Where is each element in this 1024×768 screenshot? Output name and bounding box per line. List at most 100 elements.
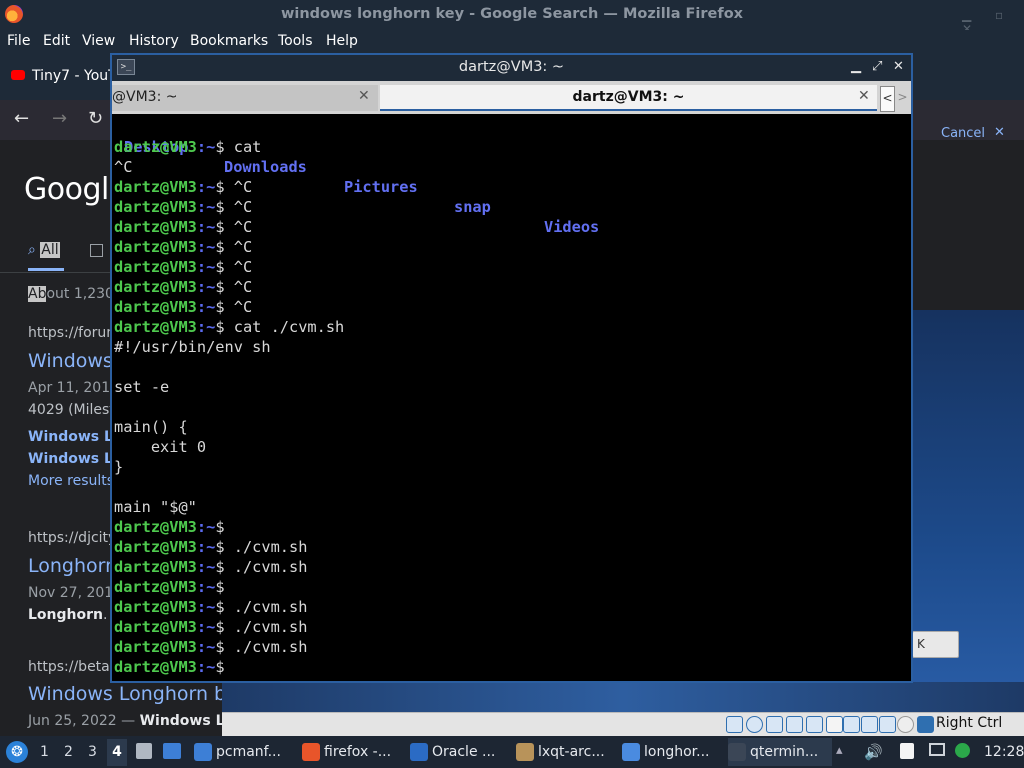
prompt-path: :~	[196, 558, 216, 576]
prompt-path: :~	[196, 298, 216, 316]
search-tab-all[interactable]: ⌕ All	[28, 242, 60, 258]
workspace-2[interactable]: 2	[64, 744, 73, 760]
prompt-line: dartz@VM3:~$ ./cvm.sh	[114, 597, 307, 617]
firefox-titlebar: windows longhorn key - Google Search — M…	[0, 0, 1024, 36]
menu-file[interactable]: File	[7, 33, 30, 49]
clock[interactable]: 12:28	[984, 744, 1024, 760]
output-text: #!/usr/bin/env sh	[114, 338, 271, 356]
result-title-link[interactable]: Windows Longhorn bu	[28, 683, 238, 705]
prompt-path: :~	[196, 658, 216, 676]
command-text: ./cvm.sh	[233, 558, 308, 576]
archive-icon	[516, 743, 534, 761]
cpu-icon[interactable]	[879, 716, 896, 733]
forward-arrow-icon[interactable]: →	[52, 108, 67, 129]
virtualbox-icon	[410, 743, 428, 761]
tab-close-icon[interactable]: ✕	[858, 88, 870, 104]
taskbar-task-archive[interactable]: lxqt-arc...	[516, 738, 620, 766]
workspace-1[interactable]: 1	[40, 744, 49, 760]
network-tray-icon[interactable]	[929, 743, 945, 756]
menu-tools[interactable]: Tools	[278, 33, 313, 49]
prompt-line: dartz@VM3:~$	[114, 517, 234, 537]
prompt-line: dartz@VM3:~$ ./cvm.sh	[114, 617, 307, 637]
prompt-path: :~	[196, 278, 216, 296]
command-text: ^C	[233, 198, 253, 216]
clipboard-icon[interactable]	[900, 743, 914, 759]
result-sublink[interactable]: Windows Lo	[28, 451, 123, 467]
cancel-link[interactable]: Cancel	[941, 126, 985, 141]
maximize-icon[interactable]: ⤢	[872, 59, 882, 74]
menu-view[interactable]: View	[82, 33, 115, 49]
prompt-path: :~	[196, 538, 216, 556]
workspace-4-active[interactable]: 4	[107, 739, 127, 766]
terminal-tab-1[interactable]: @VM3: ~ ✕	[112, 85, 378, 111]
more-results-link[interactable]: More results	[28, 473, 114, 489]
prompt-path: :~	[196, 178, 216, 196]
close-icon[interactable]: ✕	[994, 125, 1005, 140]
command-text: ^C	[233, 278, 253, 296]
dir-snap: snap	[454, 198, 491, 216]
prompt-user: dartz@VM3	[114, 538, 197, 556]
result-sublink[interactable]: Windows Lo	[28, 429, 123, 445]
tab-close-icon[interactable]: ✕	[358, 88, 370, 104]
taskbar-task-folder[interactable]: pcmanf...	[194, 738, 298, 766]
command-text: ./cvm.sh	[233, 618, 308, 636]
shared-folders-icon[interactable]	[826, 716, 843, 733]
update-tray-icon[interactable]	[955, 743, 970, 758]
start-menu-icon[interactable]: ❂	[6, 741, 28, 763]
menu-bookmarks[interactable]: Bookmarks	[190, 33, 268, 49]
ok-button-label: K	[917, 637, 925, 651]
workspace-3[interactable]: 3	[88, 744, 97, 760]
prompt-user: dartz@VM3	[114, 638, 197, 656]
prompt-user: dartz@VM3	[114, 618, 197, 636]
host-key-icon	[917, 716, 934, 733]
longhorn-icon	[622, 743, 640, 761]
menu-edit[interactable]: Edit	[43, 33, 70, 49]
result-title-link[interactable]: Windows	[28, 350, 113, 372]
taskbar-task-virtualbox[interactable]: Oracle ...	[410, 738, 514, 766]
search-icon: ⌕	[28, 242, 36, 258]
close-icon[interactable]: ✕	[893, 59, 904, 74]
audio-icon[interactable]	[766, 716, 783, 733]
terminal-output[interactable]: Desktop Downloads Pictures snap Videos d…	[114, 117, 909, 680]
hdd-icon[interactable]	[726, 716, 743, 733]
taskbar-task-longhorn[interactable]: longhor...	[622, 738, 726, 766]
tab-scroll-left-icon[interactable]: <	[880, 86, 895, 112]
dir-downloads: Downloads	[224, 158, 307, 176]
file-manager-launcher-icon[interactable]	[136, 743, 152, 759]
prompt-line: dartz@VM3:~$ ^C	[114, 257, 252, 277]
tab-scroll-right-icon[interactable]: >	[896, 86, 909, 110]
back-arrow-icon[interactable]: ←	[14, 108, 29, 129]
prompt-path: :~	[196, 318, 216, 336]
prompt-sign: $	[215, 538, 234, 556]
command-text: ./cvm.sh	[233, 598, 308, 616]
taskbar-task-terminal[interactable]: qtermin...	[728, 738, 832, 766]
search-tab-all-label: All	[40, 242, 60, 258]
recording-icon[interactable]	[861, 716, 878, 733]
prompt-user: dartz@VM3	[114, 318, 197, 336]
taskbar-task-firefox[interactable]: firefox -...	[302, 738, 406, 766]
mouse-integration-icon[interactable]	[897, 716, 914, 733]
dir-pictures: Pictures	[344, 178, 418, 196]
minimize-icon[interactable]: ▁	[851, 59, 861, 74]
ok-button[interactable]: K	[912, 631, 959, 658]
network-icon[interactable]	[786, 716, 803, 733]
output-line: main() {	[114, 417, 188, 437]
optical-drive-icon[interactable]	[746, 716, 763, 733]
menu-help[interactable]: Help	[326, 33, 358, 49]
display-icon[interactable]	[843, 716, 860, 733]
prompt-sign: $	[215, 278, 234, 296]
reload-icon[interactable]: ↻	[88, 108, 103, 129]
usb-icon[interactable]	[806, 716, 823, 733]
terminal-tab-2-active[interactable]: dartz@VM3: ~ ✕	[380, 85, 877, 111]
result-title-link[interactable]: Longhorn	[28, 555, 117, 577]
tray-scroll-icon[interactable]: ▴	[836, 743, 852, 759]
show-desktop-icon[interactable]	[163, 743, 181, 759]
volume-icon[interactable]: 🔊	[864, 743, 883, 761]
video-tab-icon[interactable]	[90, 244, 103, 257]
menu-history[interactable]: History	[129, 33, 179, 49]
terminal-titlebar: dartz@VM3: ~	[112, 55, 911, 81]
divider	[0, 272, 112, 273]
output-line: set -e	[114, 377, 169, 397]
prompt-line: dartz@VM3:~$ ^C	[114, 297, 252, 317]
prompt-sign: $	[215, 138, 234, 156]
